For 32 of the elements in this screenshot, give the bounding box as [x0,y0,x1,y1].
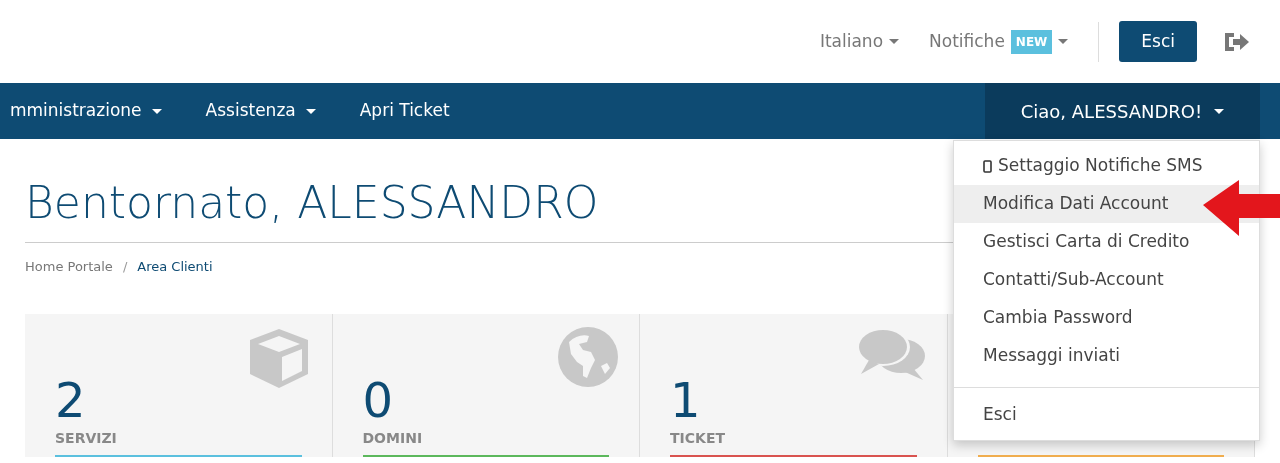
stat-label: TICKET [670,429,726,449]
caret-icon [889,39,900,44]
stat-label: SERVIZI [55,429,118,449]
phone-icon [983,159,992,173]
menu-item[interactable]: Esci [954,396,1259,434]
stat-tile[interactable]: 2 SERVIZI [25,314,333,458]
stat-tile[interactable]: 0 DOMINI [332,314,640,458]
breadcrumb-link[interactable]: Home Portale [25,256,113,277]
breadcrumb-separator: / [122,257,128,276]
new-badge: NEW [1010,29,1053,54]
user-menu-toggle[interactable]: Ciao, ALESSANDRO! [985,83,1260,139]
menu-item[interactable]: Contatti/Sub-Account [954,261,1259,299]
stat-count: 0 [362,376,394,425]
language-menu[interactable]: Italiano [819,28,900,55]
stat-tile[interactable]: 1 TICKET [640,314,948,458]
globe-icon [557,326,619,389]
nav-link[interactable]: mministrazione [0,83,184,139]
menu-item[interactable]: Gestisci Carta di Credito [954,223,1259,261]
nav-link[interactable]: Apri Ticket [337,83,472,139]
stat-count: 2 [55,376,86,425]
menu-item[interactable]: Messaggi inviati [954,337,1259,375]
breadcrumb-link[interactable]: Area Clienti [137,256,213,277]
menu-item[interactable]: Cambia Password [954,299,1259,337]
nav-link[interactable]: Assistenza [183,83,338,139]
stat-count: 1 [670,376,701,425]
logout-button[interactable]: Esci [1119,20,1197,63]
notifications-menu[interactable]: Notifiche NEW [929,28,1069,55]
stat-label: DOMINI [362,429,424,449]
caret-icon [1214,108,1225,114]
page-heading: Bentornato, ALESSANDRO [25,177,599,230]
menu-item[interactable]: Settaggio Notifiche SMS [954,147,1259,185]
caret-icon [1058,39,1069,44]
